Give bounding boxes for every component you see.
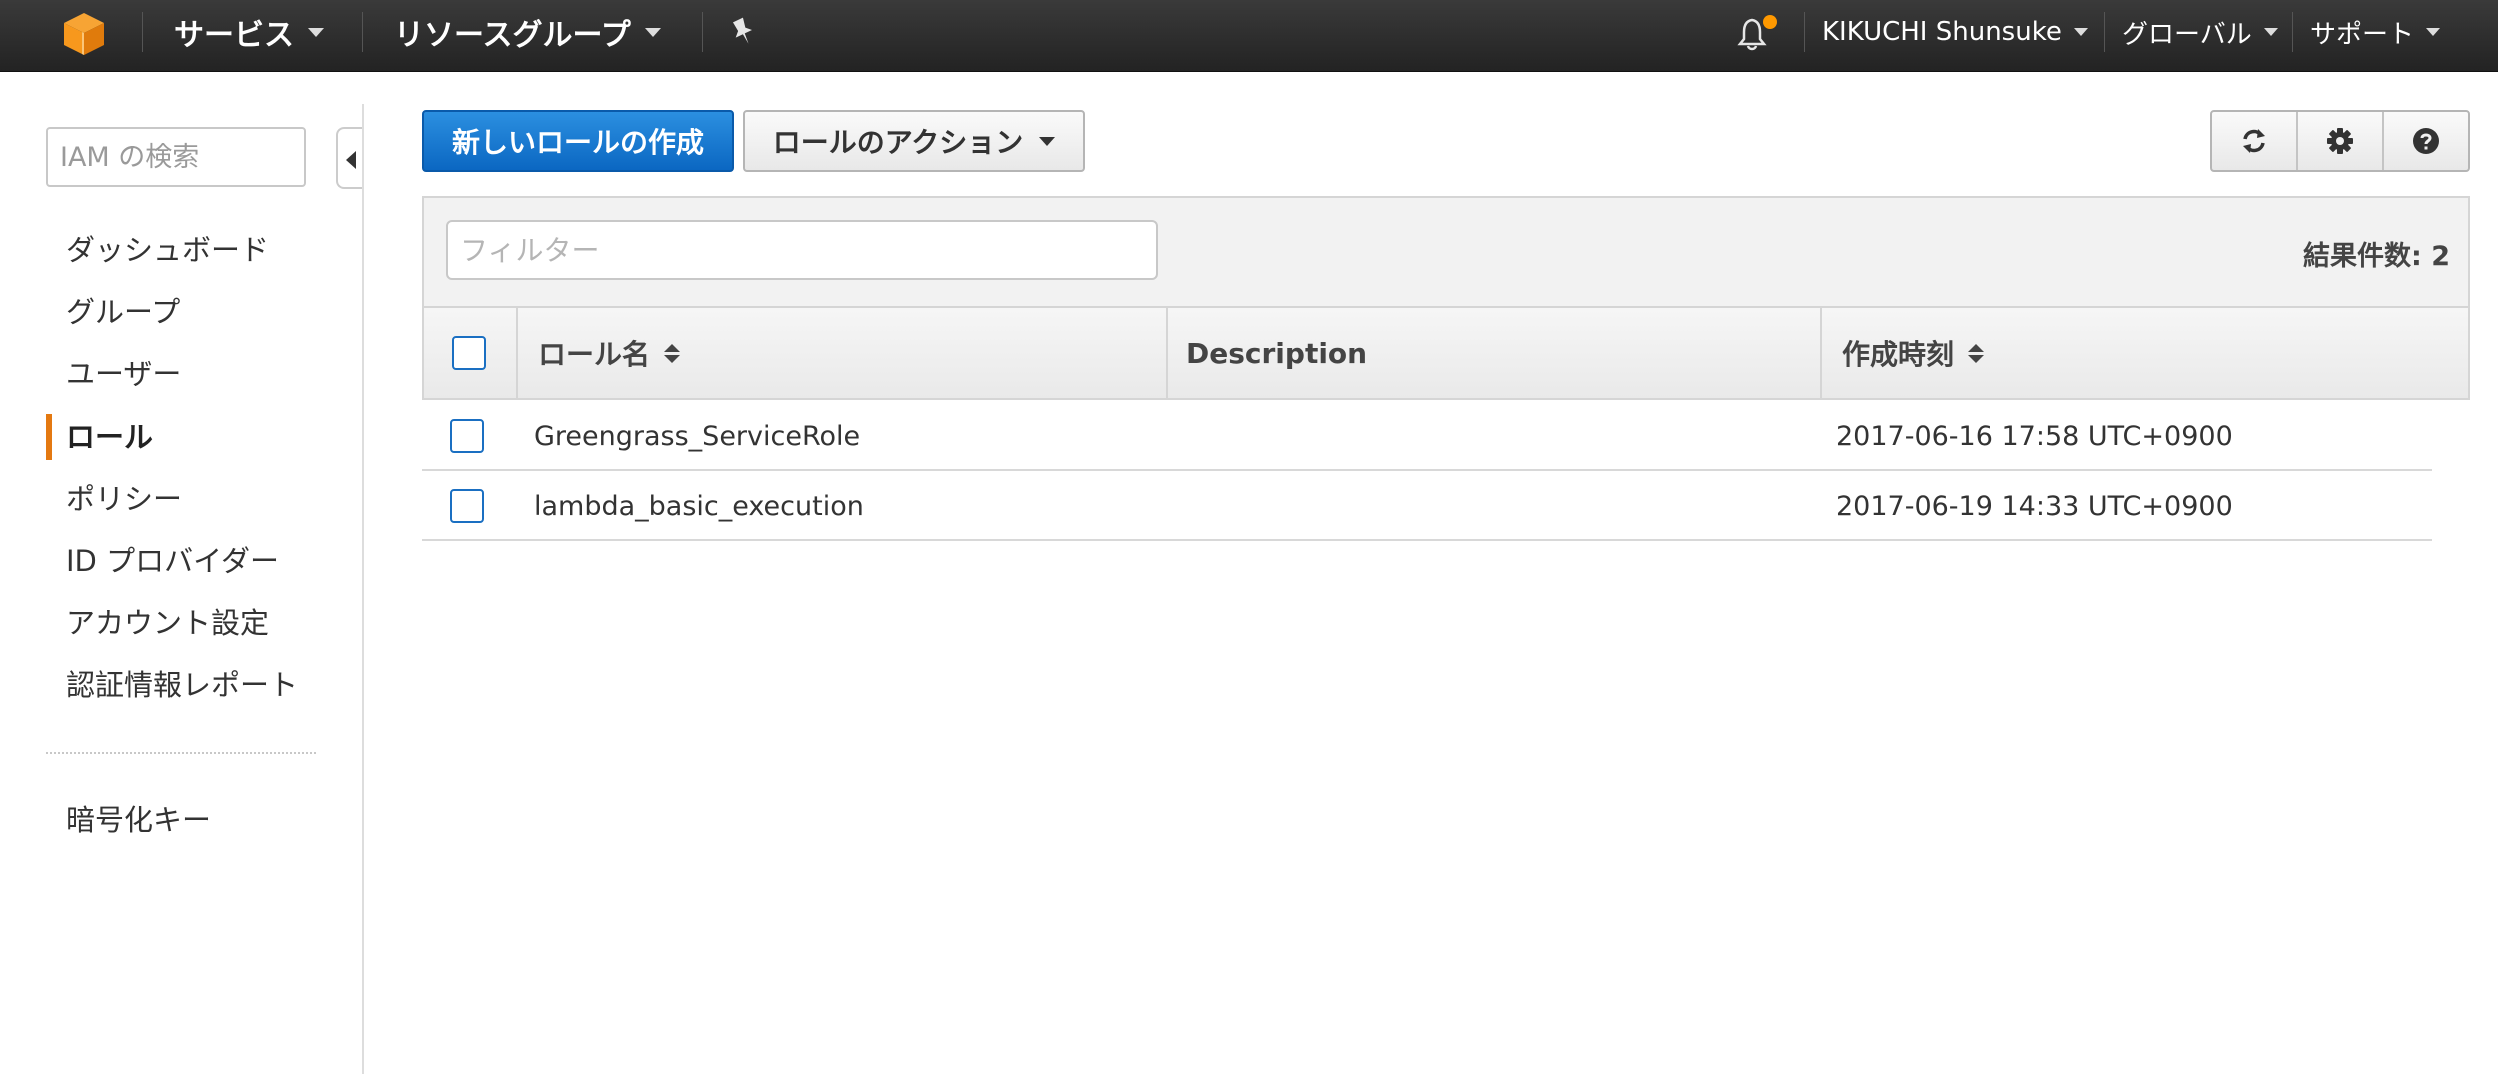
sidebar-item-identity-providers[interactable]: ID プロバイダー — [66, 539, 279, 583]
help-icon — [2413, 128, 2439, 154]
role-created-time: 2017-06-19 14:33 UTC+0900 — [1836, 490, 2233, 522]
table-tools-group — [2210, 110, 2470, 172]
chevron-down-icon — [2073, 28, 2088, 36]
aws-logo-icon[interactable] — [60, 10, 108, 58]
column-header-description: Description — [1186, 308, 1367, 398]
row-checkbox[interactable] — [450, 419, 484, 453]
chevron-down-icon — [2263, 28, 2278, 36]
sidebar-item-credential-report[interactable]: 認証情報レポート — [66, 663, 298, 707]
table-header: ロール名 Description 作成時刻 — [422, 306, 2470, 400]
user-menu[interactable]: KIKUCHI Shunsuke — [1822, 0, 2088, 64]
sidebar-item-roles[interactable]: ロール — [66, 415, 153, 459]
row-select-cell — [450, 471, 484, 541]
top-navigation-bar: サービス リソースグループ KIKUCHI Shunsuke グローバル サポー… — [0, 0, 2498, 72]
active-nav-marker — [46, 414, 52, 460]
user-name: KIKUCHI Shunsuke — [1822, 17, 2062, 47]
resource-groups-label: リソースグループ — [394, 18, 631, 53]
table-filter-panel: 結果件数: 2 — [422, 196, 2470, 308]
role-actions-button[interactable]: ロールのアクション — [743, 110, 1085, 172]
chevron-down-icon — [308, 27, 324, 37]
refresh-icon — [2243, 129, 2265, 153]
role-actions-label: ロールのアクション — [772, 126, 1024, 159]
bell-icon[interactable] — [1734, 12, 1778, 56]
topbar-separator — [362, 12, 363, 52]
filter-input[interactable] — [446, 220, 1158, 280]
chevron-down-icon — [2426, 28, 2441, 36]
chevron-down-icon — [644, 27, 661, 37]
iam-search-input[interactable] — [46, 127, 306, 187]
resource-groups-menu[interactable]: リソースグループ — [394, 0, 661, 64]
sidebar-dotted-divider — [46, 752, 316, 754]
column-header-label: ロール名 — [538, 338, 651, 371]
select-all-checkbox[interactable] — [452, 336, 486, 370]
role-created-time: 2017-06-16 17:58 UTC+0900 — [1836, 420, 2233, 452]
column-header-label: Description — [1186, 336, 1368, 370]
gear-icon — [2327, 128, 2353, 154]
sidebar-item-encryption-keys[interactable]: 暗号化キー — [66, 798, 211, 842]
column-header-label: 作成時刻 — [1842, 338, 1955, 371]
role-name-link[interactable]: lambda_basic_execution — [534, 471, 864, 541]
sidebar-item-policies[interactable]: ポリシー — [66, 477, 182, 521]
help-button[interactable] — [2384, 112, 2468, 170]
column-divider — [1166, 308, 1168, 398]
sidebar-collapse-button[interactable] — [336, 127, 364, 189]
column-divider — [516, 308, 518, 398]
row-select-cell — [450, 401, 484, 471]
services-label: サービス — [174, 18, 294, 53]
role-name-link[interactable]: Greengrass_ServiceRole — [534, 401, 860, 471]
column-header-created[interactable]: 作成時刻 — [1842, 308, 1985, 398]
sidebar-divider — [362, 104, 364, 1074]
table-row[interactable]: lambda_basic_execution 2017-06-19 14:33 … — [422, 471, 2432, 541]
region-menu[interactable]: グローバル — [2122, 0, 2278, 64]
support-menu[interactable]: サポート — [2310, 0, 2441, 64]
create-role-button[interactable]: 新しいロールの作成 — [422, 110, 734, 172]
refresh-button[interactable] — [2212, 112, 2298, 170]
topbar-separator — [2292, 12, 2293, 52]
sort-icon — [1968, 343, 1985, 363]
pin-icon[interactable] — [728, 16, 758, 48]
table-row[interactable]: Greengrass_ServiceRole 2017-06-16 17:58 … — [422, 401, 2432, 471]
topbar-separator — [1804, 12, 1805, 52]
sidebar-item-groups[interactable]: グループ — [66, 290, 180, 334]
sidebar-item-account-settings[interactable]: アカウント設定 — [66, 601, 269, 645]
chevron-left-icon — [346, 151, 356, 169]
sidebar-item-users[interactable]: ユーザー — [66, 352, 181, 396]
topbar-separator — [2104, 12, 2105, 52]
support-label: サポート — [2310, 19, 2415, 50]
column-header-role-name[interactable]: ロール名 — [538, 308, 681, 398]
column-divider — [1820, 308, 1822, 398]
settings-button[interactable] — [2298, 112, 2384, 170]
region-label: グローバル — [2122, 19, 2252, 50]
services-menu[interactable]: サービス — [174, 0, 324, 64]
result-count: 結果件数: 2 — [2303, 241, 2450, 272]
topbar-separator — [142, 12, 143, 52]
select-all-cell — [452, 308, 486, 398]
chevron-down-icon — [1039, 136, 1056, 146]
topbar-separator — [702, 12, 703, 52]
row-checkbox[interactable] — [450, 489, 484, 523]
sidebar-item-dashboard[interactable]: ダッシュボード — [66, 228, 269, 272]
sort-icon — [664, 343, 681, 363]
